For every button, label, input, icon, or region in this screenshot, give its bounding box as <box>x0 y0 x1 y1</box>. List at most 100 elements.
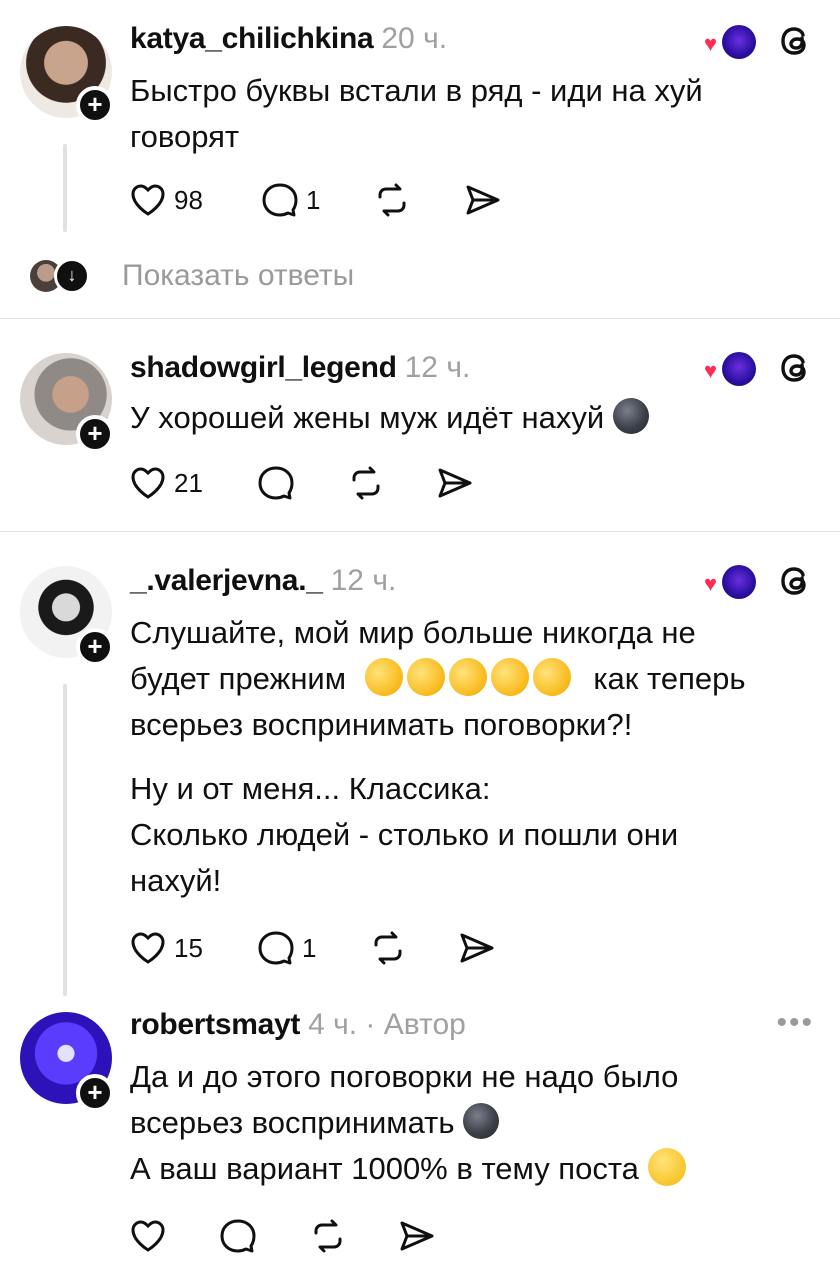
reply-button[interactable] <box>218 1214 258 1258</box>
comment-icon <box>258 466 294 500</box>
threads-logo-icon[interactable] <box>774 560 816 602</box>
repost-icon <box>374 931 402 965</box>
rolling-laughing-emoji <box>485 653 534 701</box>
follow-plus-icon[interactable]: + <box>76 628 114 666</box>
repost-icon <box>314 1219 342 1253</box>
comment-text: У хорошей жены муж идёт нахуй <box>130 395 649 441</box>
reply-count: 1 <box>306 184 321 215</box>
send-icon <box>460 933 494 963</box>
timestamp: 12 ч. <box>330 564 397 597</box>
new-moon-face-emoji <box>612 398 649 434</box>
timestamp: 20 ч. <box>381 22 448 55</box>
share-button[interactable] <box>434 461 474 505</box>
heart-icon <box>131 932 165 964</box>
arrow-down-icon: ↓ <box>54 258 90 294</box>
comment-valerjevna: + _.valerjevna._ 12 ч. ♥ Слушайте, мой ми… <box>0 532 840 1000</box>
heart-icon: ♥ <box>704 358 718 383</box>
like-count: 98 <box>174 184 203 215</box>
author-liked-badge: ♥ <box>704 561 756 601</box>
send-icon <box>400 1221 434 1251</box>
threads-logo-icon[interactable] <box>774 20 816 62</box>
heart-icon <box>131 1220 165 1252</box>
comment-meta: robertsmayt 4 ч. · Автор <box>130 1008 466 1042</box>
heart-icon: ♥ <box>704 31 718 56</box>
text-line: говорят <box>130 119 240 154</box>
share-button[interactable] <box>462 178 502 222</box>
like-button[interactable] <box>128 1214 168 1258</box>
username[interactable]: robertsmayt <box>130 1008 300 1041</box>
timestamp: 12 ч. <box>404 351 471 384</box>
comment-robertsmayt: + robertsmayt 4 ч. · Автор ••• Да и до эт… <box>0 1000 840 1280</box>
replier-avatars: ↓ <box>30 258 90 294</box>
repost-button[interactable] <box>372 178 412 222</box>
like-button[interactable]: 21 <box>128 461 203 505</box>
text-line: всерьез воспринимать поговорки?! <box>130 707 633 742</box>
text-line: Да и до этого поговорки не надо было <box>130 1059 679 1094</box>
reply-button[interactable] <box>256 461 296 505</box>
text-line: А ваш вариант 1000% в тему поста <box>130 1151 639 1186</box>
comment-text: Слушайте, мой мир больше никогда не буде… <box>130 610 745 904</box>
comment-icon <box>220 1219 256 1253</box>
like-button[interactable]: 15 <box>128 926 203 970</box>
text-line: как теперь <box>593 661 746 696</box>
repost-button[interactable] <box>346 461 386 505</box>
rolling-laughing-emoji <box>443 653 492 701</box>
username[interactable]: shadowgirl_legend <box>130 351 397 384</box>
like-button[interactable]: 98 <box>128 178 203 222</box>
more-dots-icon[interactable]: ••• <box>776 1006 814 1040</box>
comment-icon <box>262 183 298 217</box>
reply-button[interactable]: 1 <box>256 926 316 970</box>
comment-meta: _.valerjevna._ 12 ч. <box>130 564 396 598</box>
text-line: У хорошей жены муж идёт нахуй <box>130 400 605 435</box>
repost-button[interactable] <box>308 1214 348 1258</box>
author-tag: · Автор <box>365 1008 466 1041</box>
new-moon-face-emoji <box>463 1103 500 1139</box>
reply-count: 1 <box>302 932 317 963</box>
follow-plus-icon[interactable]: + <box>76 415 114 453</box>
like-count: 21 <box>174 467 203 498</box>
text-line: Сколько людей - столько и пошли они <box>130 817 679 852</box>
share-button[interactable] <box>396 1214 436 1258</box>
text-line: Быстро буквы встали в ряд - иди на хуй <box>130 73 703 108</box>
heart-icon <box>131 184 165 216</box>
comment-shadowgirl: + shadowgirl_legend 12 ч. ♥ У хорошей жен… <box>0 319 840 531</box>
comment-text: Быстро буквы встали в ряд - иди на хуй г… <box>130 68 703 160</box>
comment-text: Да и до этого поговорки не надо было все… <box>130 1054 686 1192</box>
text-line: нахуй! <box>130 863 222 898</box>
follow-plus-icon[interactable]: + <box>76 86 114 124</box>
top-right-icons: ♥ <box>704 20 816 62</box>
thread-line <box>63 684 67 996</box>
thread-line <box>63 144 67 232</box>
send-icon <box>438 468 472 498</box>
rolling-laughing-emoji <box>401 653 450 701</box>
grinning-face-emoji <box>647 1148 686 1186</box>
text-line: Слушайте, мой мир больше никогда не <box>130 615 696 650</box>
author-liked-badge: ♥ <box>704 348 756 388</box>
threads-logo-icon[interactable] <box>774 347 816 389</box>
text-line: Ну и от меня... Классика: <box>130 771 491 806</box>
comment-meta: shadowgirl_legend 12 ч. <box>130 351 470 385</box>
repost-button[interactable] <box>368 926 408 970</box>
repost-icon <box>352 466 380 500</box>
username[interactable]: _.valerjevna._ <box>130 564 323 597</box>
repost-icon <box>378 183 406 217</box>
heart-icon <box>131 467 165 499</box>
top-right-icons: ♥ <box>704 347 816 389</box>
username[interactable]: katya_chilichkina <box>130 22 374 55</box>
like-count: 15 <box>174 932 203 963</box>
follow-plus-icon[interactable]: + <box>76 1074 114 1112</box>
author-liked-badge: ♥ <box>704 21 756 61</box>
timestamp: 4 ч. <box>308 1008 358 1041</box>
text-line: будет прежним <box>130 661 347 696</box>
reply-button[interactable]: 1 <box>260 178 320 222</box>
comment-icon <box>258 931 294 965</box>
show-replies-label: Показать ответы <box>122 259 355 292</box>
send-icon <box>466 185 500 215</box>
comment-katya: + katya_chilichkina 20 ч. ♥ Быстро буквы … <box>0 0 840 318</box>
show-replies-button[interactable]: ↓ Показать ответы <box>30 256 354 296</box>
top-right-icons: ♥ <box>704 560 816 602</box>
rolling-laughing-emoji <box>527 653 576 701</box>
share-button[interactable] <box>456 926 496 970</box>
rolling-laughing-emoji <box>359 653 408 701</box>
comment-meta: katya_chilichkina 20 ч. <box>130 22 447 56</box>
